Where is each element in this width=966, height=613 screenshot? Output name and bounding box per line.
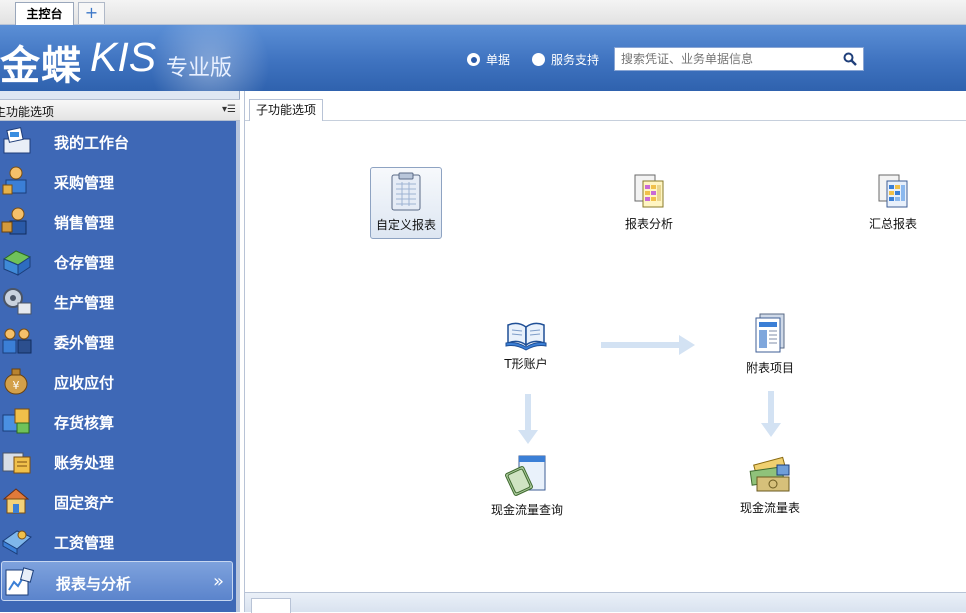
flow-arrow-down-right bbox=[761, 391, 781, 437]
sidebar-item-inventory[interactable]: 存货核算 bbox=[0, 401, 237, 441]
workbench-icon bbox=[3, 127, 31, 154]
panel-menu-icon[interactable]: ▾☰ bbox=[222, 104, 236, 115]
logo-kis: KIS bbox=[90, 34, 157, 80]
t-account-icon bbox=[505, 322, 547, 351]
sidebar-item-production[interactable]: 生产管理 bbox=[0, 281, 237, 321]
add-tab-button[interactable]: + bbox=[78, 2, 105, 24]
schedule-item-button[interactable]: 附表项目 bbox=[734, 311, 806, 375]
sidebar-item-label: 销售管理 bbox=[54, 214, 115, 232]
t-account-button[interactable]: T形账户 bbox=[490, 315, 562, 371]
module-list: 我的工作台 采购管理 销售管理 仓存管理 生产管理 委外管理 ¥ 应收应付 存货… bbox=[0, 121, 237, 612]
top-tab-strip: 主控台 + bbox=[0, 0, 966, 25]
logo-chinese: 金蝶 bbox=[0, 43, 82, 89]
outsourcing-icon bbox=[2, 328, 32, 354]
sidebar-item-fixed-asset[interactable]: 固定资产 bbox=[0, 481, 237, 521]
custom-report-icon bbox=[391, 172, 421, 211]
sidebar-item-label: 我的工作台 bbox=[54, 134, 130, 152]
flow-arrow-down-left bbox=[518, 394, 538, 444]
function-label: 报表分析 bbox=[624, 217, 673, 231]
search-input[interactable] bbox=[615, 48, 837, 70]
tab-sub-functions[interactable]: 子功能选项 bbox=[249, 99, 324, 121]
sidebar-item-accounting[interactable]: 账务处理 bbox=[0, 441, 237, 481]
sidebar-item-purchase[interactable]: 采购管理 bbox=[0, 161, 237, 201]
report-icon bbox=[5, 567, 34, 596]
function-label: 现金流量表 bbox=[739, 501, 800, 515]
sidebar-item-label: 生产管理 bbox=[54, 294, 115, 312]
summary-report-icon bbox=[878, 174, 908, 208]
sales-icon bbox=[1, 207, 27, 235]
radio-label: 单据 bbox=[486, 53, 511, 67]
sidebar-item-label: 应收应付 bbox=[54, 374, 115, 392]
accounting-icon bbox=[2, 452, 31, 474]
sidebar-item-label: 委外管理 bbox=[54, 334, 115, 352]
sidebar-item-workbench[interactable]: 我的工作台 bbox=[0, 121, 237, 161]
fixed-asset-icon bbox=[2, 488, 30, 514]
sidebar-item-label: 报表与分析 bbox=[56, 575, 132, 593]
sidebar-item-label: 固定资产 bbox=[54, 494, 115, 512]
report-analysis-button[interactable]: 报表分析 bbox=[613, 171, 685, 231]
panel-title: 主功能选项 bbox=[0, 105, 55, 119]
svg-text:¥: ¥ bbox=[13, 379, 20, 392]
payroll-icon bbox=[2, 530, 32, 555]
sidebar-item-report-analysis[interactable]: 报表与分析 » bbox=[1, 561, 233, 601]
sidebar-item-label: 存货核算 bbox=[54, 414, 115, 432]
search-box bbox=[614, 47, 864, 71]
function-label: T形账户 bbox=[504, 357, 548, 371]
function-label: 自定义报表 bbox=[375, 218, 436, 232]
radio-documents[interactable]: 单据 bbox=[467, 51, 510, 68]
report-analysis-icon bbox=[634, 174, 664, 208]
function-label: 现金流量查询 bbox=[490, 503, 563, 517]
panel-scrollbar[interactable] bbox=[236, 121, 240, 612]
production-icon bbox=[3, 288, 32, 315]
sidebar-item-label: 工资管理 bbox=[54, 534, 115, 552]
function-label: 汇总报表 bbox=[868, 217, 917, 231]
flow-arrow-right bbox=[601, 335, 695, 355]
logo-edition: 专业版 bbox=[166, 56, 233, 81]
summary-report-button[interactable]: 汇总报表 bbox=[857, 171, 929, 231]
cash-flow-query-button[interactable]: 现金流量查询 bbox=[489, 453, 565, 517]
cash-flow-statement-icon bbox=[749, 456, 790, 492]
search-button[interactable] bbox=[837, 48, 863, 70]
sidebar-item-receivable[interactable]: ¥ 应收应付 bbox=[0, 361, 237, 401]
warehouse-icon bbox=[2, 250, 32, 276]
sidebar-item-label: 采购管理 bbox=[54, 174, 115, 192]
sidebar-item-sales[interactable]: 销售管理 bbox=[0, 201, 237, 241]
search-icon bbox=[843, 52, 857, 66]
radio-unselected-icon bbox=[532, 53, 545, 66]
header-banner: 金蝶 KIS 专业版 单据 服务支持 bbox=[0, 25, 966, 91]
sub-tab-bar: 子功能选项 bbox=[245, 99, 966, 121]
panel-header: 主功能选项 ▾☰ bbox=[0, 99, 240, 121]
cash-flow-statement-button[interactable]: 现金流量表 bbox=[733, 455, 807, 515]
bottom-strip bbox=[245, 592, 966, 613]
cash-flow-query-icon bbox=[505, 455, 546, 496]
radio-service-support[interactable]: 服务支持 bbox=[532, 51, 599, 68]
inventory-icon bbox=[2, 408, 30, 434]
purchase-icon bbox=[2, 166, 27, 195]
schedule-item-icon bbox=[755, 313, 785, 353]
sub-function-area: 子功能选项 自定义报表 报表分析 汇总报表 T形账户 附表项目 现金流量查询 现… bbox=[244, 91, 966, 613]
sidebar-item-label: 账务处理 bbox=[54, 454, 115, 472]
custom-report-button[interactable]: 自定义报表 bbox=[370, 167, 442, 239]
main-function-panel: 主功能选项 ▾☰ 我的工作台 采购管理 销售管理 仓存管理 生产管理 委外管理 … bbox=[0, 91, 240, 612]
receivable-icon: ¥ bbox=[4, 368, 28, 395]
sidebar-item-label: 仓存管理 bbox=[54, 254, 115, 272]
radio-selected-icon bbox=[467, 53, 480, 66]
radio-label: 服务支持 bbox=[551, 53, 600, 67]
sidebar-item-outsourcing[interactable]: 委外管理 bbox=[0, 321, 237, 361]
function-label: 附表项目 bbox=[745, 361, 794, 375]
sidebar-item-warehouse[interactable]: 仓存管理 bbox=[0, 241, 237, 281]
tab-main-console[interactable]: 主控台 bbox=[15, 2, 74, 25]
bottom-tab[interactable] bbox=[251, 598, 291, 613]
expand-chevron-icon[interactable]: » bbox=[213, 571, 224, 592]
sidebar-item-payroll[interactable]: 工资管理 bbox=[0, 521, 237, 561]
